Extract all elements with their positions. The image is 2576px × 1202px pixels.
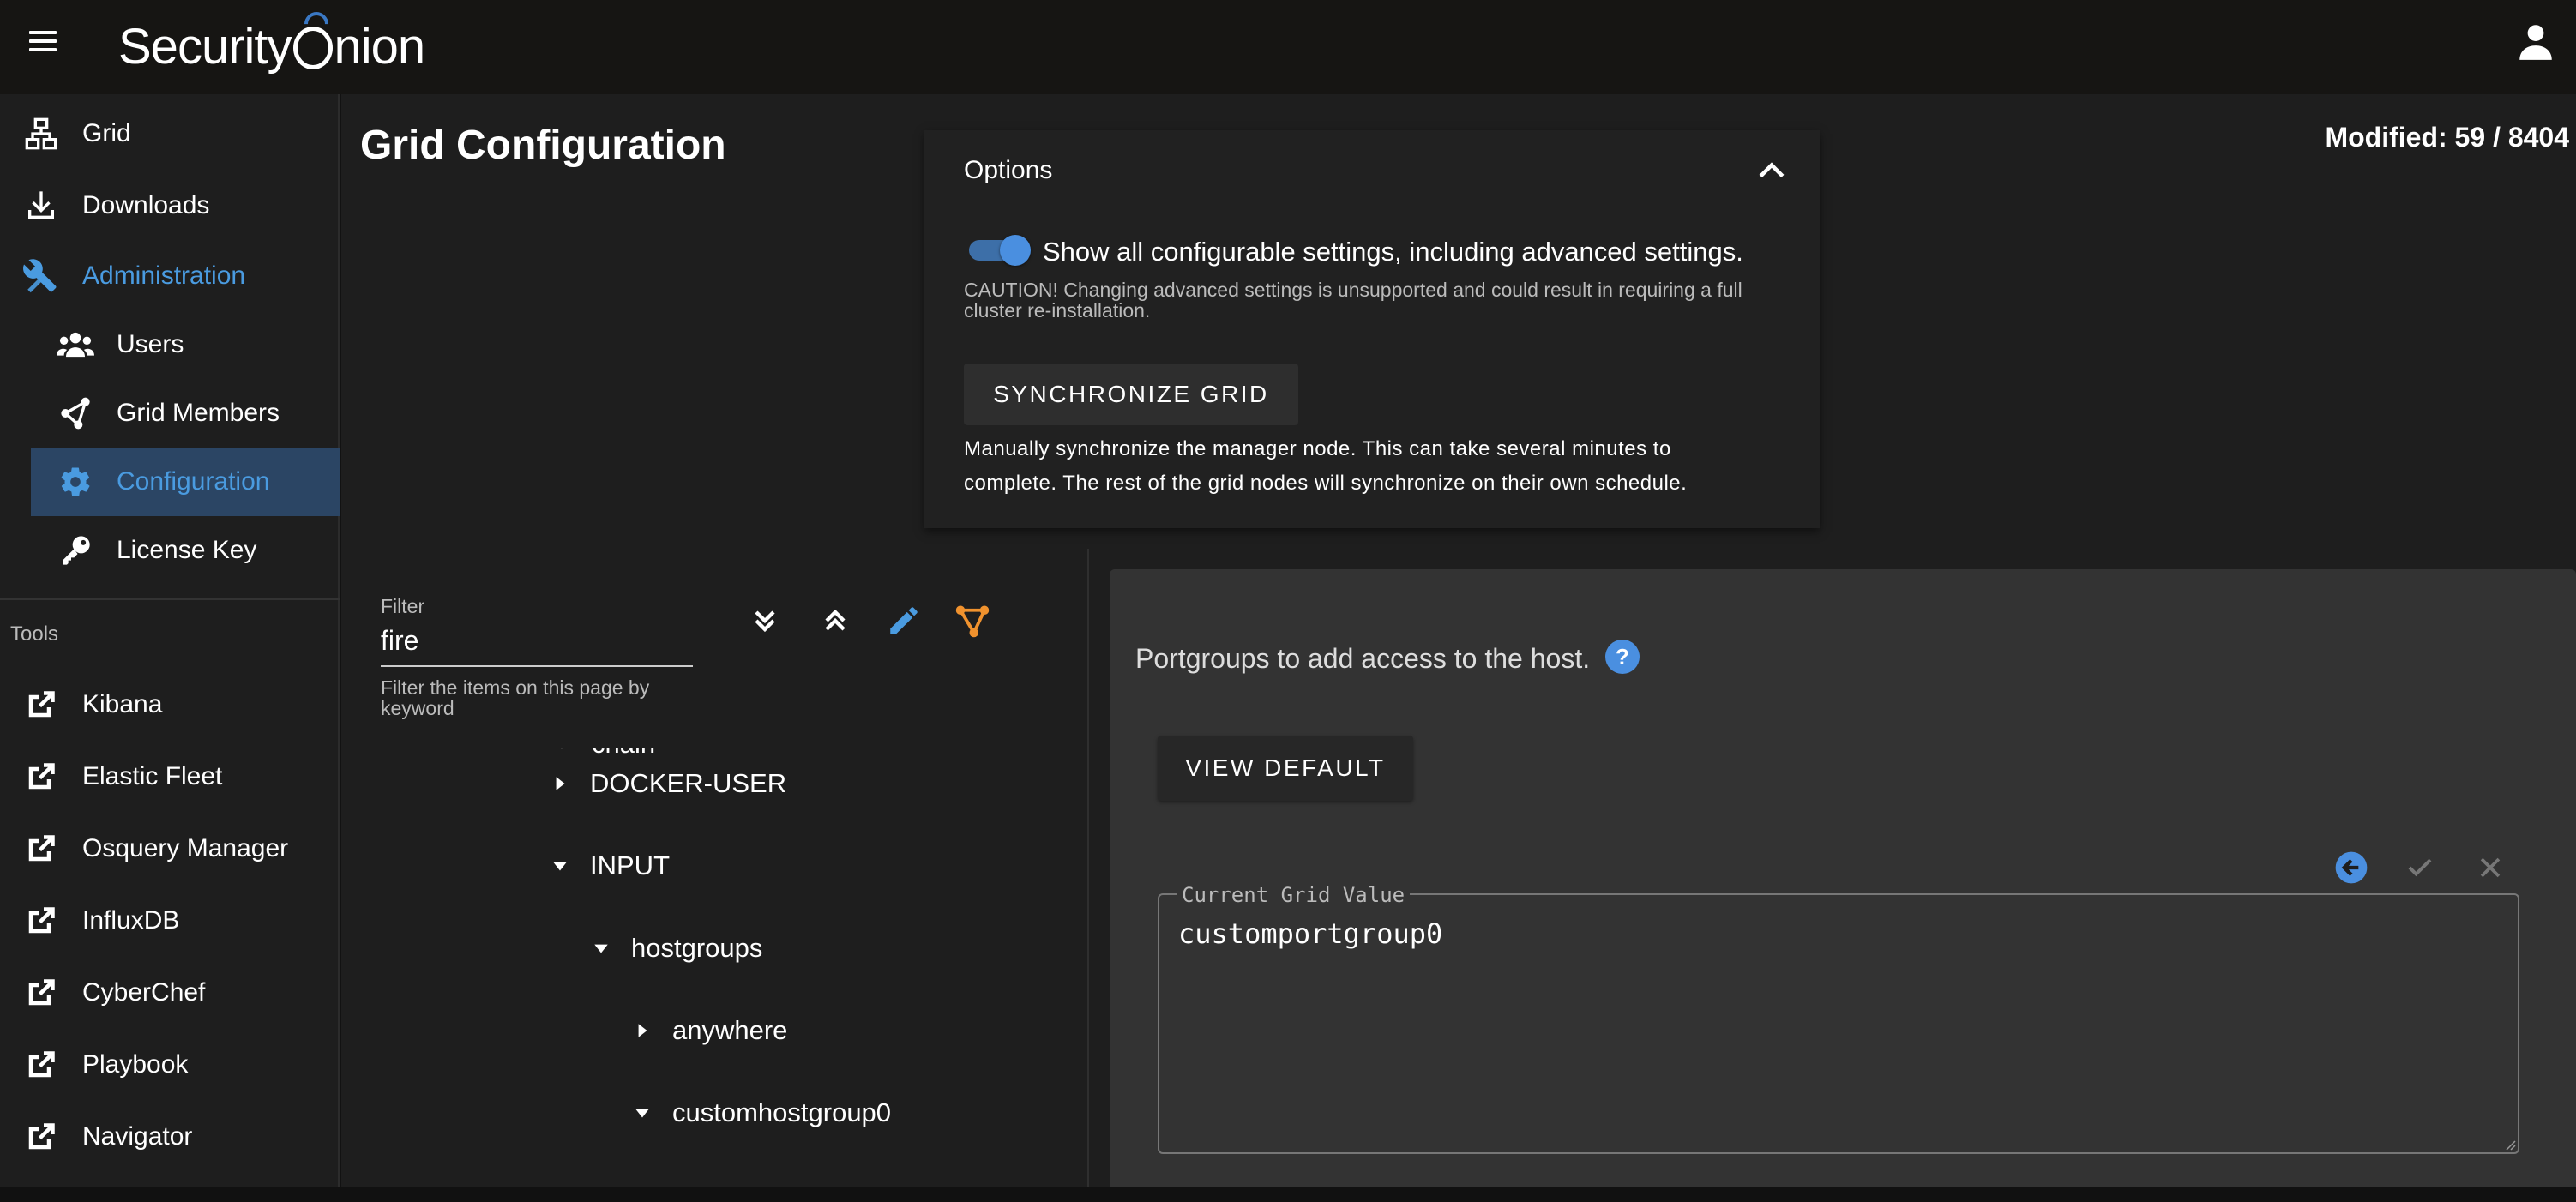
users-icon [57, 326, 94, 364]
caret-down-icon [629, 1100, 655, 1126]
caution-text: CAUTION! Changing advanced settings is u… [964, 279, 1742, 322]
modified-count: Modified: 59 / 8404 [2325, 122, 2569, 153]
tree-node-customhostgroup0[interactable]: customhostgroup0 [629, 1087, 891, 1139]
bottom-edge [0, 1187, 2576, 1202]
external-link-icon [22, 902, 60, 940]
network-icon [22, 115, 60, 153]
revert-icon[interactable] [2332, 849, 2370, 886]
synchronize-grid-button[interactable]: SYNCHRONIZE GRID [964, 364, 1298, 425]
external-link-icon [22, 1046, 60, 1084]
external-link-icon [22, 686, 60, 724]
onion-logo-icon [292, 27, 333, 69]
setting-description: Portgroups to add access to the host. [1135, 643, 1591, 674]
sidebar-item-grid-members[interactable]: Grid Members [0, 379, 340, 448]
external-link-icon [22, 830, 60, 868]
tool-link-label: Playbook [82, 1050, 189, 1079]
tree-node-label: anywhere [672, 1015, 788, 1045]
tool-link-label: Elastic Fleet [82, 762, 223, 790]
tool-link-label: Kibana [82, 690, 163, 718]
user-account-icon[interactable] [2514, 21, 2557, 63]
caret-right-icon [629, 1018, 655, 1043]
tool-link-label: InfluxDB [82, 906, 180, 935]
save-check-icon[interactable] [2401, 849, 2439, 886]
advanced-settings-toggle[interactable] [966, 235, 1031, 266]
filter-label: Filter [381, 595, 425, 617]
sidebar-item-label: Grid [82, 119, 131, 147]
tools-section-label: Tools [10, 622, 59, 646]
sidebar: Grid Downloads Administration Users Grid… [0, 94, 340, 1202]
tool-link-influxdb[interactable]: InfluxDB [0, 886, 340, 955]
filter-hint: Filter the items on this page by keyword [381, 676, 650, 719]
sidebar-item-label: Administration [82, 261, 246, 290]
options-panel: Options Show all configurable settings, … [924, 130, 1820, 528]
external-link-icon [22, 974, 60, 1012]
tree-node-label: customhostgroup0 [672, 1097, 892, 1127]
filter-field: Filter Filter the items on this page by … [381, 595, 695, 718]
tool-link-navigator[interactable]: Navigator [0, 1103, 340, 1171]
grid-members-icon [57, 394, 94, 432]
tool-link-playbook[interactable]: Playbook [0, 1031, 340, 1099]
tool-link-label: Navigator [82, 1122, 193, 1151]
help-icon[interactable]: ? [1605, 640, 1640, 674]
tree-node-docker-user[interactable]: DOCKER-USER [547, 758, 786, 809]
page-title: Grid Configuration [360, 123, 726, 168]
caret-down-icon [588, 935, 614, 961]
pencil-icon[interactable] [883, 600, 924, 641]
tree-node-label: hostgroups [631, 933, 763, 963]
grid-members-icon[interactable] [952, 600, 993, 641]
sidebar-item-label: License Key [117, 536, 257, 564]
security-onion-logo: Security nion [118, 18, 425, 75]
current-grid-value-field: Current Grid Value customportgroup0 [1158, 883, 2519, 1154]
tool-link-label: Osquery Manager [82, 834, 289, 862]
view-default-button[interactable]: VIEW DEFAULT [1158, 736, 1413, 801]
setting-detail-panel: Portgroups to add access to the host. ? … [1110, 569, 2576, 1202]
tree-node-input[interactable]: INPUT [547, 840, 670, 892]
sidebar-item-label: Configuration [117, 467, 270, 496]
tree-node-label: DOCKER-USER [590, 768, 787, 798]
tool-link-elastic-fleet[interactable]: Elastic Fleet [0, 742, 340, 811]
sidebar-item-configuration[interactable]: Configuration [31, 448, 340, 516]
external-link-icon [22, 1118, 60, 1156]
tool-link-label: CyberChef [82, 978, 206, 1007]
resize-handle-icon[interactable] [2504, 1139, 2516, 1151]
sidebar-item-license-key[interactable]: License Key [0, 516, 340, 585]
sidebar-item-label: Downloads [82, 191, 210, 219]
sidebar-item-label: Grid Members [117, 399, 280, 427]
key-icon [57, 532, 94, 569]
caret-down-icon [549, 748, 575, 757]
sidebar-item-administration[interactable]: Administration [0, 242, 340, 310]
sidebar-divider [0, 598, 340, 600]
tool-link-kibana[interactable]: Kibana [0, 670, 340, 739]
current-grid-value-label: Current Grid Value [1177, 883, 1411, 907]
gear-icon [57, 463, 94, 501]
advanced-settings-label: Show all configurable settings, includin… [1043, 237, 1743, 267]
tree-node-anywhere[interactable]: anywhere [629, 1005, 787, 1056]
tree-node-label: INPUT [590, 850, 670, 880]
cancel-close-icon[interactable] [2471, 849, 2509, 886]
sidebar-item-grid[interactable]: Grid [0, 99, 340, 168]
sidebar-item-downloads[interactable]: Downloads [0, 171, 340, 240]
collapse-all-icon[interactable] [815, 600, 856, 641]
tools-icon [22, 257, 60, 295]
filter-input[interactable] [381, 625, 693, 667]
chevron-up-icon[interactable] [1753, 153, 1791, 190]
top-app-bar: Security nion [0, 0, 2576, 94]
tool-link-cyberchef[interactable]: CyberChef [0, 959, 340, 1027]
expand-all-icon[interactable] [744, 600, 785, 641]
menu-icon[interactable] [24, 22, 65, 63]
current-grid-value-textarea[interactable]: customportgroup0 [1178, 917, 2499, 1132]
caret-down-icon [547, 853, 573, 879]
external-link-icon [22, 758, 60, 796]
sidebar-item-label: Users [117, 330, 184, 358]
download-icon [22, 187, 60, 225]
tree-node-hostgroups[interactable]: hostgroups [588, 923, 762, 974]
options-title: Options [964, 156, 1053, 184]
tool-link-osquery-manager[interactable]: Osquery Manager [0, 814, 340, 883]
sidebar-item-users[interactable]: Users [0, 310, 340, 379]
synchronize-description: Manually synchronize the manager node. T… [964, 437, 1688, 495]
caret-right-icon [547, 771, 573, 796]
settings-tree: chain DOCKER-USER INPUT hostgroups anywh… [341, 748, 1089, 1185]
